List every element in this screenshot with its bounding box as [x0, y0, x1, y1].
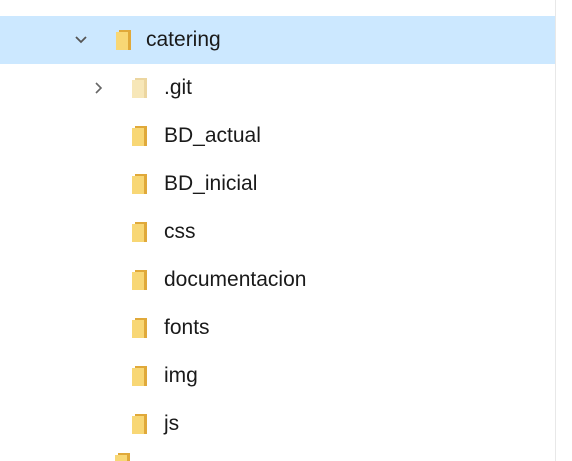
- folder-icon: [129, 269, 151, 291]
- folder-icon: [129, 413, 151, 435]
- chevron-down-icon[interactable]: [70, 16, 92, 64]
- tree-item-documentacion[interactable]: documentacion: [0, 256, 556, 304]
- scrollbar-track[interactable]: [555, 0, 572, 461]
- tree-item-fonts[interactable]: fonts: [0, 304, 556, 352]
- tree-item-label: .git: [164, 76, 193, 99]
- tree-item-label: catering: [146, 28, 221, 51]
- folder-icon: [129, 173, 151, 195]
- folder-icon: [112, 452, 134, 461]
- folder-icon: [129, 221, 151, 243]
- tree-item-label: BD_inicial: [164, 172, 258, 195]
- folder-icon: [113, 29, 135, 51]
- folder-icon: [129, 77, 151, 99]
- tree-item-label: BD_actual: [164, 124, 261, 147]
- tree-item-bd-inicial[interactable]: BD_inicial: [0, 160, 556, 208]
- folder-icon: [129, 365, 151, 387]
- tree-item-label: css: [164, 220, 196, 243]
- folder-icon: [129, 317, 151, 339]
- chevron-right-icon[interactable]: [88, 64, 110, 112]
- tree-item-img[interactable]: img: [0, 352, 556, 400]
- tree-item-label: js: [164, 412, 180, 435]
- tree-item-catering[interactable]: catering: [0, 16, 556, 64]
- folder-tree: catering .git BD_actual BD_inicial css d…: [0, 0, 572, 461]
- tree-item-label: fonts: [164, 316, 210, 339]
- tree-item-label: documentacion: [164, 268, 307, 291]
- folder-icon: [129, 125, 151, 147]
- tree-item-css[interactable]: css: [0, 208, 556, 256]
- tree-item-git[interactable]: .git: [0, 64, 556, 112]
- tree-item-bd-actual[interactable]: BD_actual: [0, 112, 556, 160]
- tree-item-label: img: [164, 364, 198, 387]
- tree-item-js[interactable]: js: [0, 400, 556, 448]
